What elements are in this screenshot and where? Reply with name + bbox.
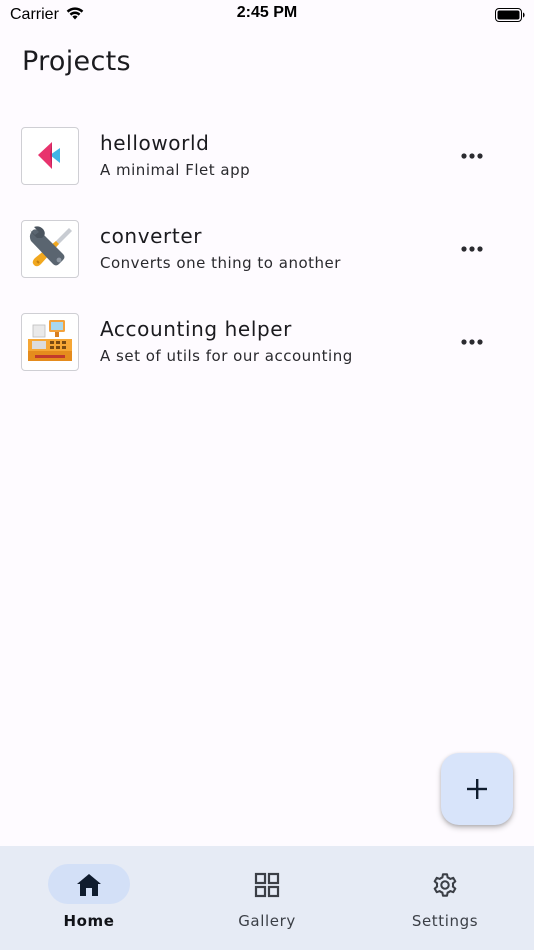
- project-description: A minimal Flet app: [100, 161, 251, 179]
- project-description: A set of utils for our accounting: [100, 347, 353, 365]
- more-options-button[interactable]: [454, 231, 490, 267]
- project-name: helloworld: [100, 131, 210, 155]
- nav-item-settings[interactable]: Settings: [356, 846, 534, 950]
- nav-label: Home: [63, 912, 115, 930]
- grid-icon: [254, 872, 280, 898]
- more-options-button[interactable]: [454, 324, 490, 360]
- nav-item-home[interactable]: Home: [0, 846, 178, 950]
- cash-register-icon: [21, 312, 79, 371]
- gear-icon: [432, 872, 458, 898]
- battery-icon: [495, 8, 525, 22]
- wrench-screwdriver-icon: [21, 219, 79, 278]
- more-horizontal-icon: [461, 152, 483, 159]
- home-icon: [76, 872, 102, 898]
- project-text: helloworld A minimal Flet app: [100, 130, 250, 181]
- more-horizontal-icon: [461, 338, 483, 345]
- project-text: converter Converts one thing to another: [100, 223, 341, 274]
- nav-label: Settings: [411, 912, 479, 930]
- project-text: Accounting helper A set of utils for our…: [100, 316, 353, 367]
- page-title: Projects: [22, 46, 131, 77]
- project-description: Converts one thing to another: [100, 254, 341, 272]
- bottom-navigation: Home Gallery Settings: [0, 846, 534, 950]
- status-bar: Carrier 2:45 PM: [0, 0, 534, 30]
- wifi-icon: [65, 5, 85, 25]
- carrier-label: Carrier: [10, 6, 59, 23]
- project-name: converter: [100, 224, 203, 248]
- project-list: helloworld A minimal Flet app converter …: [0, 109, 534, 388]
- project-row-converter[interactable]: converter Converts one thing to another: [0, 202, 534, 295]
- more-horizontal-icon: [461, 245, 483, 252]
- project-row-helloworld[interactable]: helloworld A minimal Flet app: [0, 109, 534, 202]
- nav-label: Gallery: [238, 912, 296, 930]
- project-row-accounting-helper[interactable]: Accounting helper A set of utils for our…: [0, 295, 534, 388]
- more-options-button[interactable]: [454, 138, 490, 174]
- add-project-button[interactable]: [441, 753, 513, 825]
- plus-icon: [467, 779, 487, 799]
- nav-item-gallery[interactable]: Gallery: [178, 846, 356, 950]
- status-left: Carrier: [10, 5, 85, 25]
- flet-logo-icon: [21, 126, 79, 185]
- project-name: Accounting helper: [100, 317, 292, 341]
